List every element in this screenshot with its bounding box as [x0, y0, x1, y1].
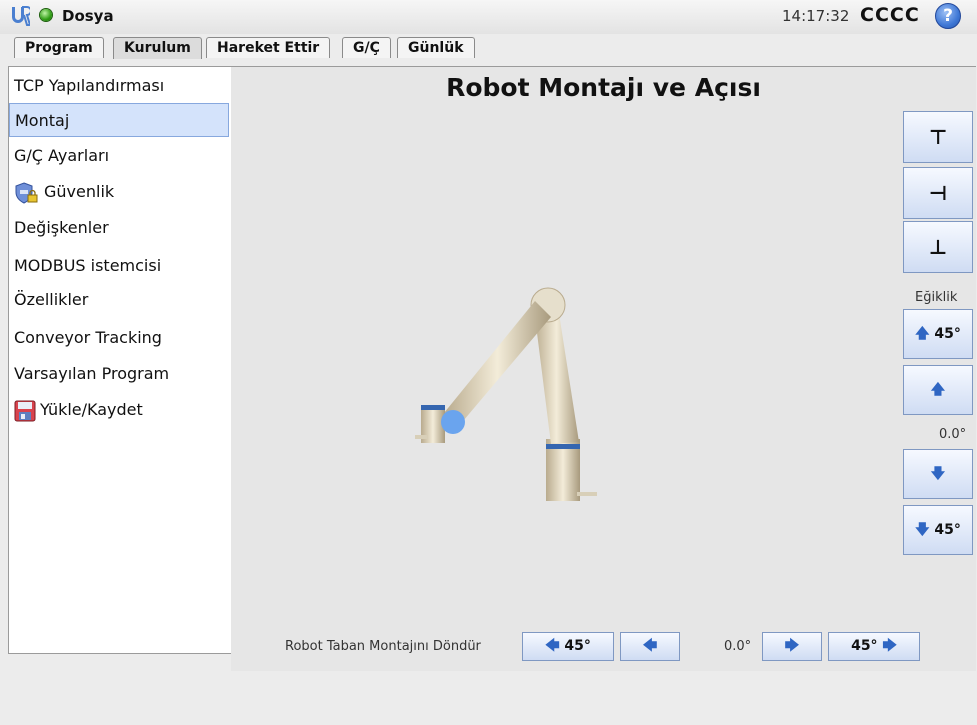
tab-gc[interactable]: G/Ç — [342, 37, 391, 58]
arrow-down-icon: 🡇 — [915, 522, 930, 538]
arrow-left-icon: 🡄 — [642, 638, 658, 654]
robot-3d-view[interactable] — [401, 277, 621, 507]
sidebar-item-label: Varsayılan Program — [14, 364, 170, 383]
arrow-down-icon: 🡇 — [930, 466, 946, 482]
sidebar-item-modbus[interactable]: MODBUS istemcisi — [9, 249, 229, 283]
tilt-value: 0.0° — [939, 427, 967, 442]
sidebar-item-conveyor[interactable]: Conveyor Tracking — [9, 321, 229, 355]
sidebar-item-label: MODBUS istemcisi — [14, 256, 162, 275]
mount-floor-button[interactable]: ⊥ — [903, 221, 973, 273]
sidebar-item-label: Güvenlik — [44, 182, 115, 201]
sidebar-item-label: Özellikler — [14, 290, 89, 309]
sidebar-item-io-settings[interactable]: G/Ç Ayarları — [9, 139, 229, 173]
mount-ceiling-button[interactable]: ⊤ — [903, 111, 973, 163]
tab-hareket-ettir[interactable]: Hareket Ettir — [206, 37, 331, 58]
tilt-down-45-button[interactable]: 🡇 45° — [903, 505, 973, 555]
rotate-value: 0.0° — [724, 639, 752, 654]
rotate-right-45-label: 45° — [851, 638, 878, 654]
clock: 14:17:32 — [782, 7, 850, 25]
sidebar-item-security[interactable]: Güvenlik — [9, 175, 229, 209]
sidebar-item-label: Conveyor Tracking — [14, 328, 162, 347]
rotate-left-45-label: 45° — [564, 638, 591, 654]
arrow-right-icon: 🡆 — [882, 638, 897, 654]
top-bar: Dosya 14:17:32 CCCC ? — [0, 0, 977, 34]
floppy-disk-icon — [14, 400, 36, 421]
file-menu[interactable]: Dosya — [62, 7, 114, 25]
tilt-up-45-label: 45° — [934, 326, 961, 342]
mount-floor-icon: ⊥ — [928, 235, 948, 259]
shield-lock-icon — [15, 181, 38, 204]
sidebar-item-label: Değişkenler — [14, 218, 109, 237]
tab-gunluk[interactable]: Günlük — [397, 37, 475, 58]
tilt-up-button[interactable]: 🡅 — [903, 365, 973, 415]
rotate-left-45-button[interactable]: 🡄 45° — [522, 632, 614, 661]
main-tabs: Program Kurulum Hareket Ettir G/Ç Günlük — [0, 37, 977, 59]
installation-sidebar: TCP Yapılandırması Montaj G/Ç Ayarları G… — [8, 66, 232, 654]
mount-ceiling-icon: ⊤ — [928, 125, 948, 149]
universal-robots-logo — [12, 6, 30, 26]
tilt-down-45-label: 45° — [934, 522, 961, 538]
rotate-left-button[interactable]: 🡄 — [620, 632, 680, 661]
sidebar-item-variables[interactable]: Değişkenler — [9, 211, 229, 245]
arrow-left-icon: 🡄 — [545, 638, 560, 654]
arrow-right-icon: 🡆 — [784, 638, 800, 654]
tab-program[interactable]: Program — [14, 37, 104, 58]
sidebar-item-tcp[interactable]: TCP Yapılandırması — [9, 69, 229, 103]
sidebar-item-label: Montaj — [15, 111, 70, 130]
sidebar-item-label: Yükle/Kaydet — [40, 400, 143, 419]
tilt-label: Eğiklik — [915, 290, 958, 305]
arrow-up-icon: 🡅 — [915, 326, 930, 342]
tilt-down-button[interactable]: 🡇 — [903, 449, 973, 499]
rotate-right-45-button[interactable]: 45° 🡆 — [828, 632, 920, 661]
sidebar-item-features[interactable]: Özellikler — [9, 283, 229, 317]
rotate-label: Robot Taban Montajını Döndür — [285, 639, 481, 654]
robot-name: CCCC — [860, 4, 920, 26]
rotate-right-button[interactable]: 🡆 — [762, 632, 822, 661]
sidebar-item-label: TCP Yapılandırması — [14, 76, 165, 95]
mount-wall-icon: ⊣ — [928, 181, 948, 205]
sidebar-item-label: G/Ç Ayarları — [14, 146, 110, 165]
tilt-up-45-button[interactable]: 🡅 45° — [903, 309, 973, 359]
sidebar-item-default-program[interactable]: Varsayılan Program — [9, 357, 229, 391]
tab-kurulum[interactable]: Kurulum — [113, 37, 202, 59]
sidebar-item-montaj[interactable]: Montaj — [9, 103, 229, 137]
mounting-panel: Robot Montajı ve Açısı ⊤ ⊣ ⊥ Eğiklik 🡅 4… — [231, 66, 976, 672]
arrow-up-icon: 🡅 — [930, 382, 946, 398]
mount-wall-button[interactable]: ⊣ — [903, 167, 973, 219]
help-icon[interactable]: ? — [935, 3, 961, 29]
sidebar-item-load-save[interactable]: Yükle/Kaydet — [9, 393, 229, 427]
page-title: Robot Montajı ve Açısı — [446, 73, 761, 102]
status-indicator-icon — [40, 9, 52, 21]
footer-bar — [0, 671, 977, 725]
